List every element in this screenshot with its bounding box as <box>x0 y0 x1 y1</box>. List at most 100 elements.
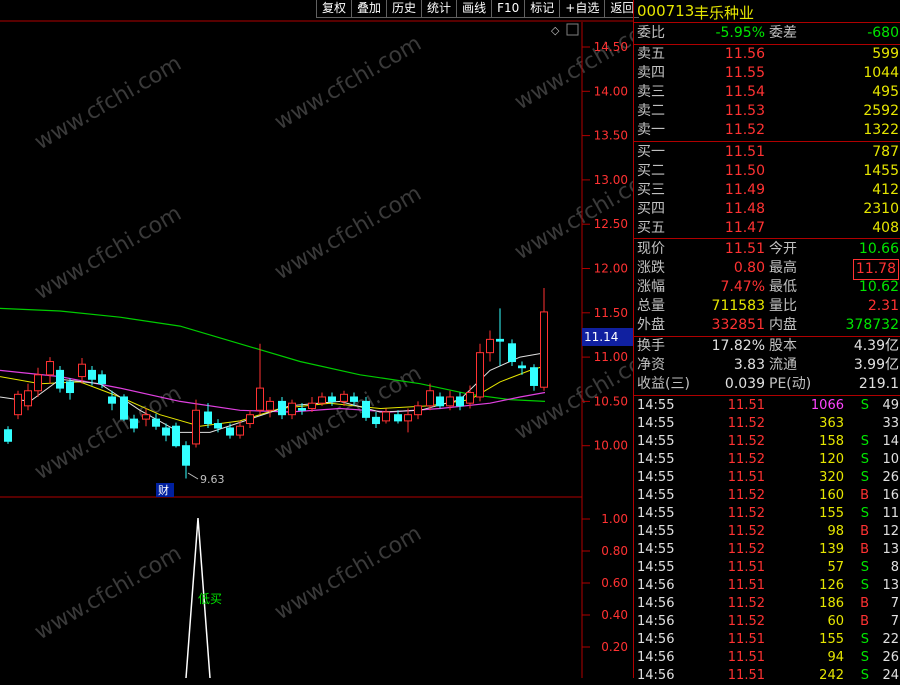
tick-count: 8 <box>890 560 899 575</box>
tick-time: 14:55 <box>637 506 675 521</box>
stock-code[interactable]: 000713 <box>637 2 694 20</box>
ask-volume: 2592 <box>863 103 899 119</box>
price-tick-label: 10.50 <box>594 394 628 408</box>
tick-row: 14:56 11.51 155 S 22 <box>634 631 900 649</box>
ask-label: 卖一 <box>637 122 665 138</box>
tick-side: S <box>860 560 869 575</box>
price-tick-label: 13.50 <box>594 129 628 143</box>
candle-body <box>308 402 316 409</box>
tick-count: 22 <box>882 632 899 647</box>
tick-time: 14:55 <box>637 416 675 431</box>
tick-price: 11.52 <box>727 506 765 521</box>
stat-value: 11.51 <box>724 241 765 257</box>
quote-panel: 000713 丰乐种业 委比 -5.95% 委差 -680 卖五 11.56 599… <box>633 0 900 683</box>
low-price-label: 9.63 <box>200 473 225 486</box>
stock-name[interactable]: 丰乐种业 <box>694 2 754 23</box>
tick-volume: 155 <box>819 632 844 647</box>
candle-body <box>496 338 504 342</box>
ask-row: 卖三 11.54 495 <box>634 83 900 102</box>
ask-row: 卖一 11.52 1322 <box>634 121 900 140</box>
candle-body <box>456 396 464 407</box>
low-pointer <box>187 472 199 480</box>
price-tick-label: 12.50 <box>594 217 628 231</box>
tick-time: 14:55 <box>637 542 675 557</box>
chart-settings-icon[interactable] <box>566 23 579 36</box>
bid-row: 买五 11.47 408 <box>634 219 900 238</box>
candle-body <box>162 427 170 436</box>
fundamental-row: 换手 17.82% 股本 4.39亿 <box>634 337 900 356</box>
tick-side: B <box>860 542 869 557</box>
candle-body <box>24 390 32 407</box>
tick-price: 11.52 <box>727 434 765 449</box>
candle-body <box>530 367 538 386</box>
tick-volume: 126 <box>819 578 844 593</box>
fundamental-value: 3.83 <box>733 357 765 373</box>
price-tick-label: 12.00 <box>594 262 628 276</box>
candle-body <box>508 343 516 363</box>
indicator-tick-label: 1.00 <box>601 512 628 526</box>
bid-volume: 1455 <box>863 163 899 179</box>
stat-value: 2.31 <box>867 298 899 314</box>
weibi-row: 委比 -5.95% 委差 -680 <box>634 24 900 43</box>
tick-time: 14:55 <box>637 434 675 449</box>
weicha-value: -680 <box>867 25 899 41</box>
tick-volume: 139 <box>819 542 844 557</box>
stat-label: 内盘 <box>769 317 797 333</box>
tick-volume: 363 <box>819 416 844 431</box>
signal-label: 低买 <box>198 592 222 606</box>
tick-count: 24 <box>882 668 899 683</box>
bid-price: 11.49 <box>724 182 765 198</box>
tick-side: B <box>860 614 869 629</box>
tick-count: 33 <box>882 416 899 431</box>
tick-time: 14:55 <box>637 488 675 503</box>
watermark-text: www.cfchi.com <box>31 201 186 305</box>
ask-label: 卖三 <box>637 84 665 100</box>
ask-row: 卖四 11.55 1044 <box>634 64 900 83</box>
stat-row: 涨跌 0.80 最高 11.78 <box>634 259 900 280</box>
candle-body <box>88 369 96 380</box>
stat-value: 0.80 <box>733 260 765 276</box>
candle-body <box>256 387 264 411</box>
fundamental-row: 净资 3.83 流通 3.99亿 <box>634 356 900 375</box>
tick-time: 14:56 <box>637 668 675 683</box>
tick-time: 14:56 <box>637 632 675 647</box>
tick-side: S <box>860 470 869 485</box>
tick-count: 7 <box>890 614 899 629</box>
tick-count: 13 <box>882 542 899 557</box>
bid-row: 买三 11.49 412 <box>634 181 900 200</box>
weicha-label: 委差 <box>769 25 797 41</box>
price-tick-label: 14.50 <box>594 40 628 54</box>
divider <box>634 238 900 239</box>
tick-row: 14:55 11.51 320 S 26 <box>634 469 900 487</box>
candle-body <box>426 390 434 407</box>
candle-body <box>214 423 222 429</box>
fundamental-row: 收益(三) 0.039 PE(动) 219.1 <box>634 375 900 394</box>
tick-count: 11 <box>882 506 899 521</box>
price-tick-label: 13.00 <box>594 173 628 187</box>
tick-side: S <box>860 398 869 413</box>
candle-body <box>152 418 160 427</box>
tick-price: 11.51 <box>727 398 765 413</box>
candle-body <box>142 414 150 420</box>
tick-row: 14:55 11.52 139 B 13 <box>634 541 900 559</box>
price-tick-label: 14.00 <box>594 84 628 98</box>
stat-value: 332851 <box>711 317 765 333</box>
price-tick-label: 11.50 <box>594 306 628 320</box>
tick-side: B <box>860 524 869 539</box>
tick-time: 14:56 <box>637 614 675 629</box>
candle-body <box>372 416 380 425</box>
candle-body <box>66 381 74 394</box>
stat-value: 10.62 <box>858 279 899 295</box>
tick-price: 11.52 <box>727 524 765 539</box>
tick-side: S <box>860 506 869 521</box>
stat-row: 外盘 332851 内盘 378732 <box>634 316 900 335</box>
event-marker[interactable]: 财 <box>158 483 169 497</box>
diamond-icon[interactable]: ◇ <box>551 24 560 37</box>
kline-chart[interactable]: www.cfchi.com www.cfchi.com www.cfchi.com w… <box>0 0 633 678</box>
ask-price: 11.54 <box>724 84 765 100</box>
tick-side: S <box>860 578 869 593</box>
tick-volume: 1066 <box>810 398 844 413</box>
candle-body <box>14 393 22 416</box>
ask-label: 卖二 <box>637 103 665 119</box>
tick-price: 11.51 <box>727 578 765 593</box>
